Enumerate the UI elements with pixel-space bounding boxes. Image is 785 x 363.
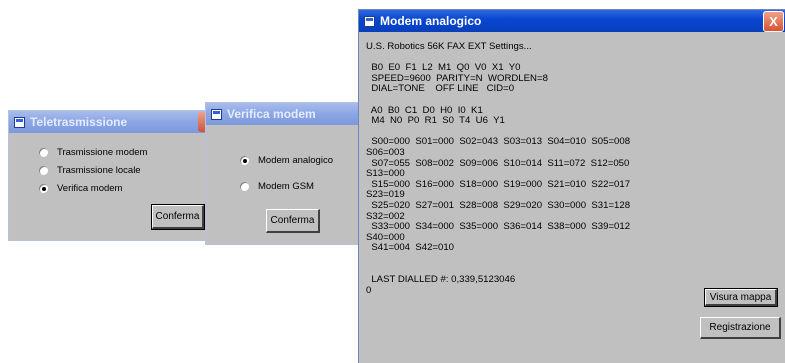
window-title: Teletrasmissione [30, 115, 128, 129]
verifica-modem-titlebar[interactable]: Verifica modem [206, 103, 360, 125]
conferma-button[interactable]: Conferma [266, 209, 320, 233]
radio-icon[interactable] [39, 166, 48, 175]
option-modem-gsm[interactable]: Modem GSM [240, 181, 314, 192]
window-title: Modem analogico [380, 14, 482, 28]
option-label: Modem GSM [258, 181, 314, 192]
option-trasmissione-locale[interactable]: Trasmissione locale [39, 165, 141, 176]
option-modem-analogico[interactable]: Modem analogico [240, 155, 333, 166]
registrazione-button[interactable]: Registrazione [700, 317, 781, 339]
window-icon [211, 108, 222, 120]
visura-mappa-button[interactable]: Visura mappa [704, 288, 778, 307]
teletrasmissione-titlebar[interactable]: Teletrasmissione [9, 111, 205, 133]
window-title: Verifica modem [227, 107, 316, 121]
option-verifica-modem[interactable]: Verifica modem [39, 183, 122, 194]
modem-analogico-window: Modem analogico X U.S. Robotics 56K FAX … [358, 9, 785, 363]
radio-checked-icon[interactable] [240, 156, 249, 165]
option-label: Trasmissione modem [57, 147, 148, 158]
option-label: Verifica modem [57, 183, 123, 194]
window-icon [364, 15, 375, 27]
verifica-modem-window: Verifica modem Modem analogico Modem GSM… [205, 102, 361, 245]
modem-analogico-titlebar[interactable]: Modem analogico [359, 10, 785, 32]
teletrasmissione-window: Teletrasmissione Trasmissione modem Tras… [8, 110, 206, 241]
window-icon [14, 116, 25, 128]
radio-icon[interactable] [240, 182, 249, 191]
conferma-button[interactable]: Conferma [151, 204, 205, 230]
modem-settings-text: U.S. Robotics 56K FAX EXT Settings... B0… [366, 41, 631, 296]
option-label: Trasmissione locale [57, 165, 141, 176]
radio-icon[interactable] [39, 148, 48, 157]
option-trasmissione-modem[interactable]: Trasmissione modem [39, 147, 147, 158]
close-icon[interactable]: X [763, 11, 784, 32]
radio-checked-icon[interactable] [39, 184, 48, 193]
option-label: Modem analogico [258, 155, 333, 166]
